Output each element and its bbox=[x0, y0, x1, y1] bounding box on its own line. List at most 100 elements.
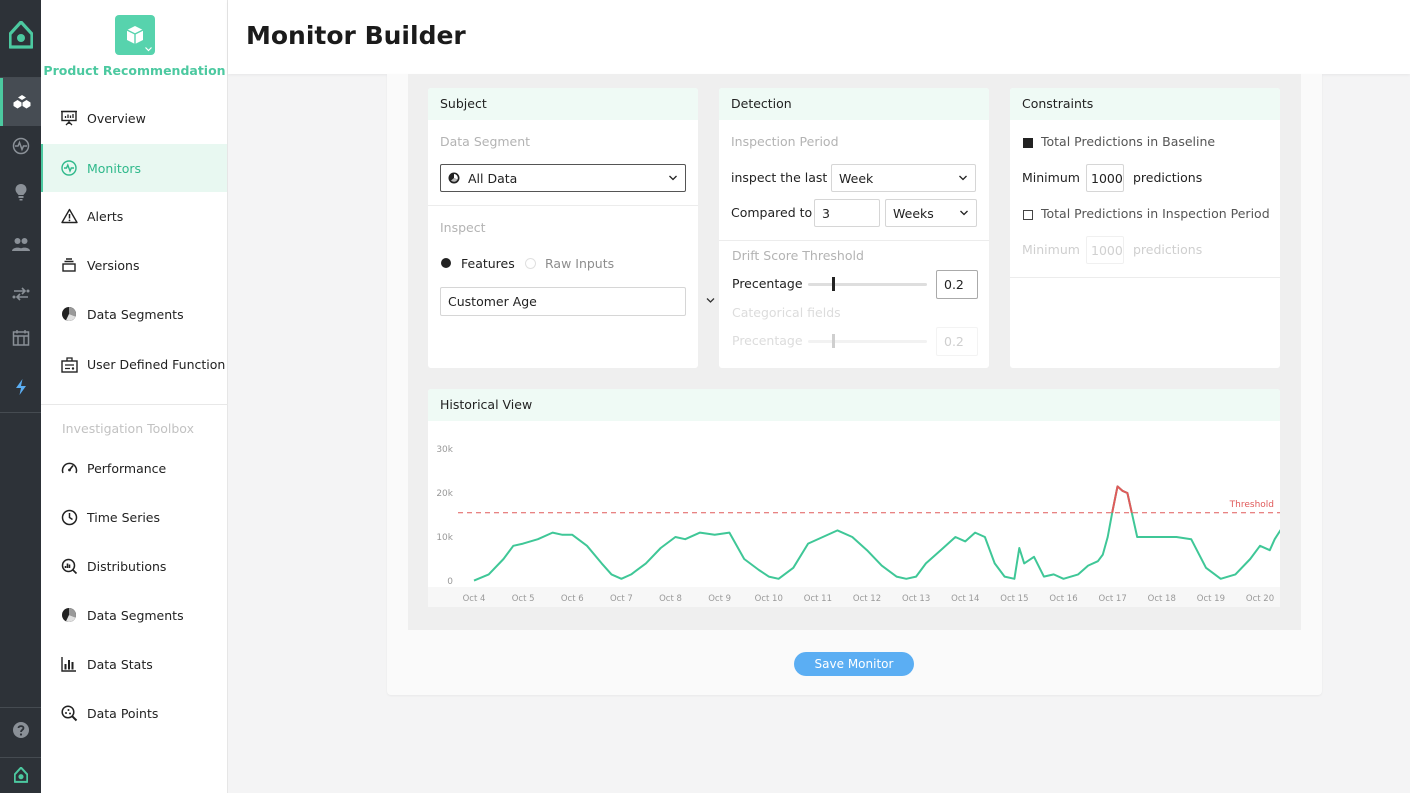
percentage-slider-handle[interactable] bbox=[831, 277, 835, 291]
predictions-label: predictions bbox=[1133, 170, 1203, 185]
data-segment-label: Data Segment bbox=[440, 134, 531, 149]
pie-chart-icon bbox=[60, 606, 78, 624]
stack-icon bbox=[60, 256, 78, 274]
feature-select[interactable]: Customer Age bbox=[440, 287, 686, 316]
toolbox-item-label: Data Stats bbox=[87, 656, 153, 672]
threshold-label: Threshold bbox=[1229, 500, 1274, 510]
minimum-label: Minimum bbox=[1022, 170, 1080, 185]
sidebar-item-user-defined-function[interactable]: User Defined Function bbox=[41, 340, 227, 388]
save-monitor-button[interactable]: Save Monitor bbox=[794, 652, 914, 676]
historical-view-title: Historical View bbox=[428, 389, 1280, 421]
sidebar-item-data-segments[interactable]: Data Segments bbox=[41, 290, 227, 338]
pulse-icon[interactable] bbox=[0, 122, 41, 170]
toolbox-item-label: Data Points bbox=[87, 705, 159, 721]
users-icon[interactable] bbox=[0, 220, 41, 268]
cat-percentage-value: 0.2 bbox=[944, 334, 964, 349]
detection-title: Detection bbox=[719, 88, 989, 120]
sidebar-item-label: Alerts bbox=[87, 208, 124, 224]
feature-value: Customer Age bbox=[448, 294, 537, 309]
toolbox-item-data-stats[interactable]: Data Stats bbox=[41, 640, 227, 688]
sidebar-divider bbox=[41, 404, 228, 405]
toolbox-item-distributions[interactable]: Distributions bbox=[41, 542, 227, 590]
sidebar-item-overview[interactable]: Overview bbox=[41, 94, 227, 142]
project-logo-icon[interactable] bbox=[115, 15, 155, 55]
compared-number-value: 3 bbox=[822, 205, 830, 221]
footer-logo-icon[interactable] bbox=[0, 752, 41, 793]
toolbox-item-time-series[interactable]: Time Series bbox=[41, 493, 227, 541]
radio-features[interactable] bbox=[441, 258, 451, 268]
calendar-icon[interactable] bbox=[0, 314, 41, 362]
minimum2-input[interactable]: 1000 bbox=[1086, 236, 1124, 264]
categorical-fields-label: Categorical fields bbox=[732, 305, 841, 320]
x-tick-label: Oct 6 bbox=[561, 594, 584, 604]
x-tick-label: Oct 13 bbox=[902, 594, 930, 604]
radio-features-label: Features bbox=[461, 256, 515, 271]
compared-unit-select[interactable]: Weeks bbox=[885, 199, 977, 227]
cat-percentage-label: Precentage bbox=[732, 333, 803, 348]
toolbox-item-data-segments[interactable]: Data Segments bbox=[41, 591, 227, 639]
percentage-slider[interactable] bbox=[808, 283, 927, 286]
sidebar-item-label: User Defined Function bbox=[87, 356, 226, 372]
toolbox-item-label: Performance bbox=[87, 460, 167, 476]
sidebar-item-label: Data Segments bbox=[87, 306, 184, 322]
inspect-last-select[interactable]: Week bbox=[831, 164, 976, 192]
drift-threshold-label: Drift Score Threshold bbox=[732, 248, 864, 263]
cat-percentage-slider[interactable] bbox=[808, 340, 927, 343]
historical-chart: 0 10k 20k 30k Oct 4 Oct 5 Oct 6 Oct 7 Oct 8 Oct … bbox=[428, 421, 1280, 607]
sidebar-item-alerts[interactable]: Alerts bbox=[41, 192, 227, 240]
divider bbox=[1010, 277, 1280, 278]
chevron-down-icon[interactable] bbox=[706, 297, 715, 304]
models-icon[interactable] bbox=[0, 78, 41, 126]
x-tick-label: Oct 10 bbox=[755, 594, 783, 604]
data-segment-select[interactable]: All Data bbox=[440, 164, 686, 192]
percentage-input[interactable]: 0.2 bbox=[936, 270, 978, 299]
x-tick-label: Oct 15 bbox=[1000, 594, 1028, 604]
inspection-checkbox[interactable] bbox=[1023, 210, 1033, 220]
sidebar-item-monitors[interactable]: Monitors bbox=[41, 144, 227, 192]
sidebar-item-label: Versions bbox=[87, 257, 140, 273]
toolbox-title: Investigation Toolbox bbox=[62, 421, 194, 436]
compared-unit-value: Weeks bbox=[893, 205, 934, 221]
y-tick-label: 20k bbox=[436, 489, 453, 499]
x-tick-label: Oct 14 bbox=[951, 594, 979, 604]
sidebar-item-versions[interactable]: Versions bbox=[41, 241, 227, 289]
cat-percentage-slider-handle[interactable] bbox=[831, 334, 835, 348]
warning-triangle-icon bbox=[60, 207, 78, 225]
baseline-checkbox[interactable] bbox=[1023, 138, 1033, 148]
help-icon[interactable] bbox=[0, 706, 41, 754]
project-name: Product Recommendation bbox=[43, 63, 226, 78]
x-tick-label: Oct 18 bbox=[1148, 594, 1176, 604]
toolbox-item-data-points[interactable]: Data Points bbox=[41, 689, 227, 737]
chart-background bbox=[428, 421, 1280, 607]
compared-number-input[interactable]: 3 bbox=[814, 199, 880, 227]
page-title: Monitor Builder bbox=[246, 21, 466, 50]
pie-chart-icon bbox=[60, 305, 78, 323]
chevron-down-icon bbox=[145, 47, 152, 52]
divider bbox=[428, 205, 698, 206]
x-tick-label: Oct 11 bbox=[804, 594, 832, 604]
x-tick-label: Oct 5 bbox=[512, 594, 535, 604]
radio-raw-inputs[interactable] bbox=[525, 258, 536, 269]
y-tick-label: 0 bbox=[447, 577, 453, 587]
x-tick-label: Oct 12 bbox=[853, 594, 881, 604]
segment-circle-icon bbox=[448, 172, 460, 184]
lightning-icon[interactable] bbox=[0, 363, 41, 411]
lightbulb-icon[interactable] bbox=[0, 168, 41, 216]
toolbox-item-performance[interactable]: Performance bbox=[41, 444, 227, 492]
distribution-icon bbox=[60, 557, 78, 575]
minimum-input[interactable]: 1000 bbox=[1086, 164, 1124, 192]
toolbox-item-label: Distributions bbox=[87, 558, 167, 574]
historical-view-card: Historical View 0 10k 20k 30k Oct 4 Oct 5 Oct… bbox=[428, 389, 1280, 607]
x-tick-label: Oct 19 bbox=[1197, 594, 1225, 604]
header: Monitor Builder bbox=[228, 0, 1410, 74]
inspect-last-label: inspect the last bbox=[731, 170, 828, 185]
chevron-down-icon bbox=[959, 175, 967, 181]
app-logo-icon[interactable] bbox=[0, 12, 41, 58]
x-tick-label: Oct 9 bbox=[708, 594, 731, 604]
cat-percentage-input[interactable]: 0.2 bbox=[936, 327, 978, 356]
integrations-icon[interactable] bbox=[0, 270, 41, 318]
sidebar-item-label: Overview bbox=[87, 110, 146, 126]
toolbox-item-label: Time Series bbox=[87, 509, 161, 525]
percentage-label: Precentage bbox=[732, 276, 803, 291]
constraints-card: Constraints Total Predictions in Baselin… bbox=[1010, 88, 1280, 368]
